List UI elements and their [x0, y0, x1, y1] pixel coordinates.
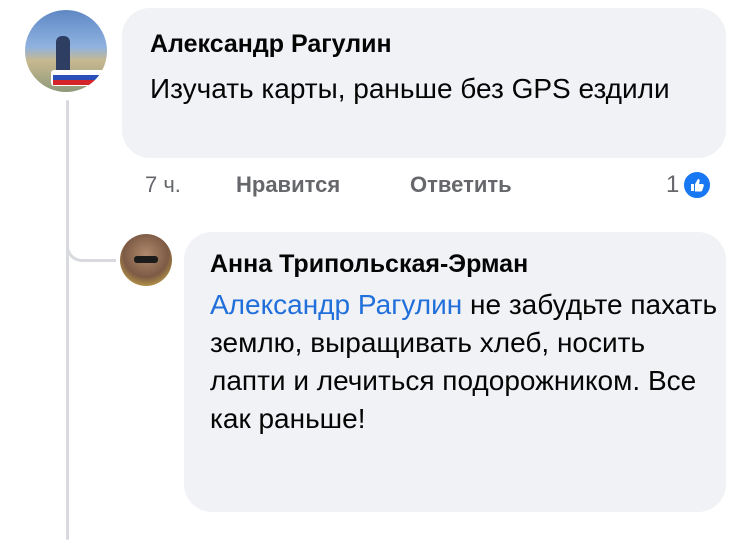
reply-bubble: Анна Трипольская-Эрман Александр Рагулин…	[184, 232, 726, 512]
reaction-count: 1	[666, 171, 680, 198]
thread-line	[66, 100, 69, 540]
reply-author[interactable]: Анна Трипольская-Эрман	[210, 250, 528, 279]
commenter-avatar[interactable]	[25, 10, 107, 92]
like-icon	[682, 170, 713, 200]
avatar-flag-badge	[51, 70, 107, 86]
reply-connector	[66, 226, 116, 262]
mention-link[interactable]: Александр Рагулин	[210, 289, 462, 320]
like-button[interactable]: Нравится	[236, 172, 340, 198]
comment-text: Изучать карты, раньше без GPS ездили	[150, 73, 670, 104]
avatar-figure	[56, 36, 70, 72]
reply-button[interactable]: Ответить	[410, 172, 512, 198]
reaction-summary[interactable]: 1	[666, 170, 713, 200]
replier-avatar[interactable]	[120, 234, 172, 286]
comment-bubble: Александр Рагулин Изучать карты, раньше …	[122, 8, 726, 158]
avatar-glasses	[134, 256, 158, 263]
comment-time[interactable]: 7 ч.	[145, 172, 181, 198]
comment-author[interactable]: Александр Рагулин	[150, 30, 392, 59]
reply-text: Александр Рагулин не забудьте пахать зем…	[210, 286, 720, 438]
